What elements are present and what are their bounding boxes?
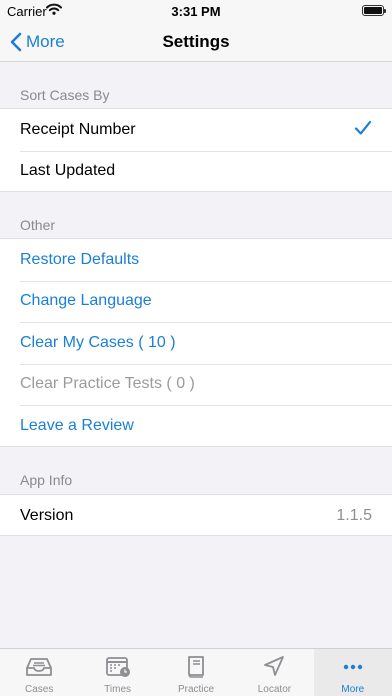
calendar-clock-icon	[105, 657, 130, 677]
checkmark-icon	[354, 120, 372, 141]
app-info-section-header: App Info	[20, 472, 73, 488]
navigation-bar: More Settings	[0, 22, 392, 62]
tab-times[interactable]: Times	[78, 649, 156, 696]
sort-option-label: Receipt Number	[20, 120, 136, 138]
tab-cases-label: Cases	[25, 684, 54, 695]
tab-more-label: More	[341, 684, 365, 695]
tab-bar: Cases Times Practice Locator More	[0, 648, 392, 696]
clear-practice-tests-label: Clear Practice Tests ( 0 )	[20, 375, 195, 393]
sort-option-last-updated[interactable]: Last Updated	[0, 150, 392, 193]
tab-more[interactable]: More	[313, 649, 392, 696]
version-row: Version 1.1.5	[0, 495, 392, 537]
battery-icon	[362, 5, 386, 16]
status-time: 3:31 PM	[171, 4, 221, 19]
book-icon	[188, 656, 204, 678]
leave-review-label: Leave a Review	[20, 416, 134, 434]
clear-practice-tests-button: Clear Practice Tests ( 0 )	[0, 363, 392, 406]
version-label: Version	[20, 506, 74, 524]
tray-icon	[26, 658, 53, 676]
tab-practice-label: Practice	[177, 684, 215, 695]
leave-review-button[interactable]: Leave a Review	[0, 405, 392, 447]
other-options-group: Restore Defaults Change Language Clear M…	[0, 238, 392, 447]
other-section-header: Other	[20, 217, 56, 233]
sort-option-label: Last Updated	[20, 162, 116, 180]
clear-my-cases-button[interactable]: Clear My Cases ( 10 )	[0, 322, 392, 364]
version-value: 1.1.5	[336, 506, 372, 524]
tab-times-label: Times	[104, 684, 132, 695]
restore-defaults-button[interactable]: Restore Defaults	[0, 239, 392, 281]
sort-options-group: Receipt Number Last Updated	[0, 108, 392, 192]
tab-locator[interactable]: Locator	[235, 649, 313, 696]
change-language-label: Change Language	[20, 292, 152, 310]
status-bar: Carrier 3:31 PM	[0, 0, 392, 22]
tab-locator-label: Locator	[257, 684, 292, 695]
tab-practice[interactable]: Practice	[157, 649, 235, 696]
page-title: Settings	[162, 32, 230, 51]
more-dots-icon	[343, 664, 363, 670]
app-info-group: Version 1.1.5	[0, 494, 392, 536]
location-arrow-icon	[264, 656, 285, 676]
restore-defaults-label: Restore Defaults	[20, 250, 140, 268]
tab-cases[interactable]: Cases	[0, 649, 78, 696]
change-language-button[interactable]: Change Language	[0, 280, 392, 323]
sort-section-header: Sort Cases By	[20, 87, 110, 103]
clear-my-cases-label: Clear My Cases ( 10 )	[20, 333, 176, 351]
sort-option-receipt-number[interactable]: Receipt Number	[0, 109, 392, 151]
